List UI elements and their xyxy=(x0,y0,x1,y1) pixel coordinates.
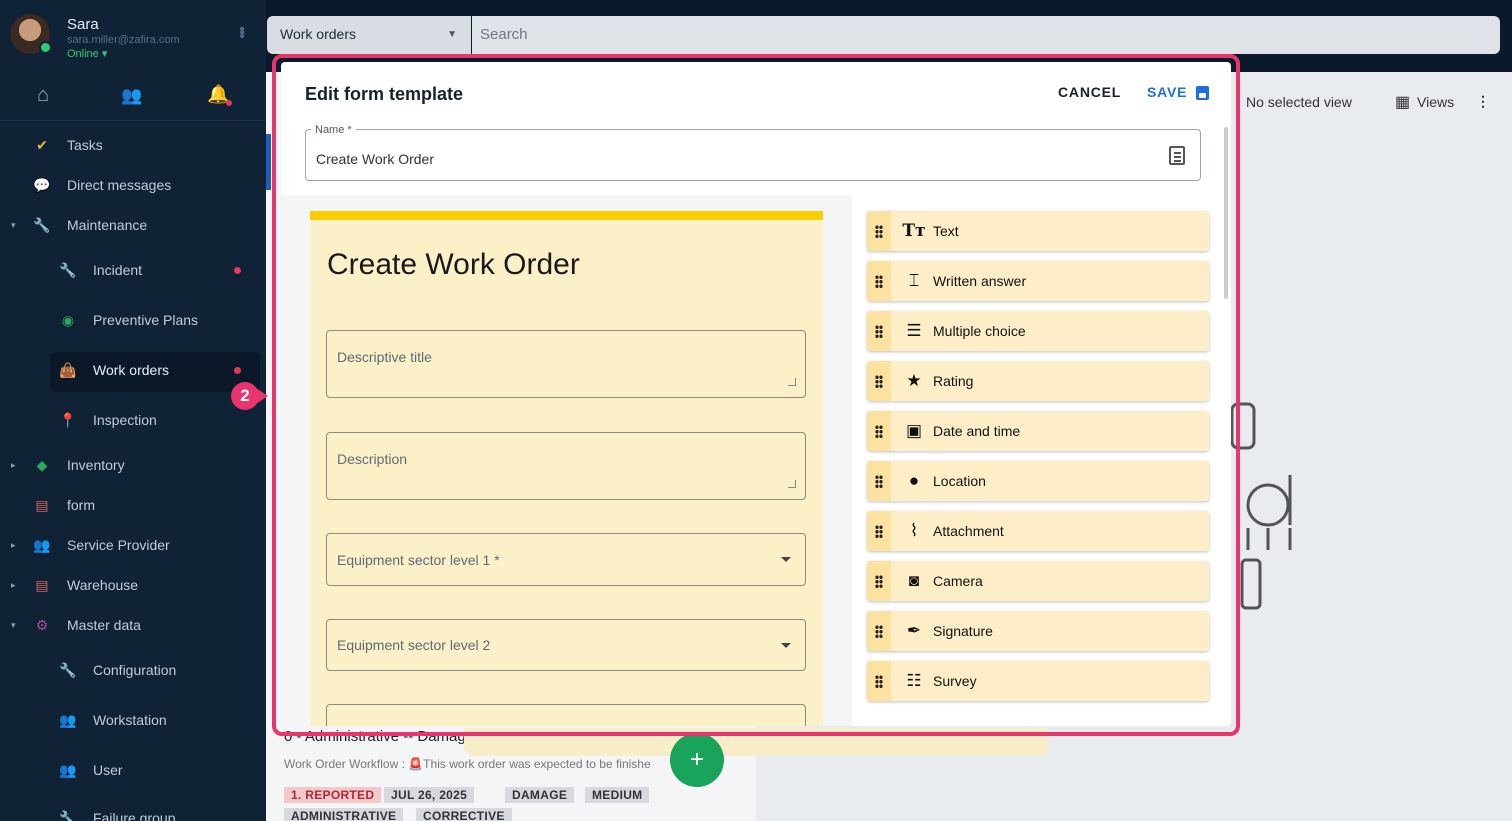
more-vert-icon[interactable]: ⋮ xyxy=(1476,93,1490,110)
sidebar-item-label: Workstation xyxy=(93,712,167,728)
chevron-right-icon: ▸ xyxy=(11,459,16,470)
work-order-subtitle: Work Order Workflow : 🚨This work order w… xyxy=(284,757,651,771)
chevron-down-icon: ▾ xyxy=(11,619,16,630)
sidebar: Sara sara.miller@zafira.com Online ▾ •••… xyxy=(0,0,266,821)
status-badge: 1. REPORTED xyxy=(284,787,382,803)
sidebar-item-label: Inspection xyxy=(93,412,157,428)
people-icon[interactable]: 👥 xyxy=(121,86,142,106)
sidebar-item-label: Warehouse xyxy=(67,577,139,593)
sidebar-item-service-provider[interactable]: ▸ 👥 Service Provider xyxy=(0,525,266,565)
view-toolbar: No selected view ▦ Views ⋮ xyxy=(1230,90,1512,114)
sidebar-item-label: Work orders xyxy=(93,362,169,378)
sidebar-item-master-data[interactable]: ▾ ⚙ Master data xyxy=(0,605,266,645)
sidebar-item-label: Incident xyxy=(93,262,143,278)
group-icon: 👥 xyxy=(33,536,51,553)
views-button[interactable]: Views xyxy=(1417,94,1454,110)
sidebar-item-label: Maintenance xyxy=(67,217,148,233)
category-badge: CORRECTIVE xyxy=(416,808,512,821)
top-bar: Work orders ▼ Search xyxy=(266,16,1500,56)
module-select[interactable]: Work orders ▼ xyxy=(267,16,471,54)
sidebar-item-inspection[interactable]: 📍 Inspection xyxy=(0,400,266,440)
sidebar-item-label: form xyxy=(67,497,95,513)
user-status[interactable]: Online ▾ xyxy=(67,47,107,60)
profile-more-icon[interactable]: ••• xyxy=(232,26,250,37)
group-icon: 👥 xyxy=(59,761,77,778)
selected-row-indicator xyxy=(266,134,271,190)
archive-icon: ▤ xyxy=(35,576,49,593)
wrench-icon: 🔧 xyxy=(33,216,51,233)
sidebar-item-user[interactable]: 👥 User xyxy=(0,750,266,790)
wrench-icon: 🔧 xyxy=(59,809,77,821)
module-select-value: Work orders xyxy=(280,26,356,42)
online-indicator xyxy=(39,41,52,54)
sidebar-item-configuration[interactable]: 🔧 Configuration xyxy=(0,650,266,690)
priority-badge: MEDIUM xyxy=(585,787,650,803)
wrench-icon: 🔧 xyxy=(59,261,77,278)
category-badge: ADMINISTRATIVE xyxy=(284,808,404,821)
sidebar-item-inventory[interactable]: ▸ ◆ Inventory xyxy=(0,445,266,485)
sidebar-item-label: Master data xyxy=(67,617,141,633)
wrench-icon: 🔧 xyxy=(59,661,77,678)
home-icon[interactable]: ⌂ xyxy=(37,84,49,107)
gear-icon: ⚙ xyxy=(35,616,49,633)
sidebar-item-label: Preventive Plans xyxy=(93,312,199,328)
add-fab-button[interactable]: + xyxy=(670,733,724,787)
sidebar-item-warehouse[interactable]: ▸ ▤ Warehouse xyxy=(0,565,266,605)
sidebar-item-tasks[interactable]: ✔ Tasks xyxy=(0,125,266,165)
diamond-icon: ◆ xyxy=(36,456,48,473)
location-pin-icon: 📍 xyxy=(59,411,77,428)
sidebar-item-label: Service Provider xyxy=(67,537,170,553)
step-badge: 2 xyxy=(231,382,259,410)
user-email: sara.miller@zafira.com xyxy=(67,34,180,46)
sidebar-item-maintenance[interactable]: ▾ 🔧 Maintenance xyxy=(0,205,266,245)
sidebar-item-work-orders[interactable]: 👜 Work orders xyxy=(0,350,266,390)
grid-icon[interactable]: ▦ xyxy=(1395,92,1410,112)
sidebar-item-incident[interactable]: 🔧 Incident xyxy=(0,250,266,290)
divider xyxy=(0,120,266,121)
chevron-right-icon: ▸ xyxy=(11,539,16,550)
user-name: Sara xyxy=(67,16,99,33)
sidebar-item-label: Configuration xyxy=(93,662,177,678)
group-icon: 👥 xyxy=(59,711,77,728)
chevron-down-icon: ▾ xyxy=(11,219,16,230)
sidebar-item-label: Tasks xyxy=(67,137,103,153)
sidebar-item-direct-messages[interactable]: 💬 Direct messages xyxy=(0,165,266,205)
sidebar-item-preventive-plans[interactable]: ◉ Preventive Plans xyxy=(0,300,266,340)
sidebar-item-label: Inventory xyxy=(67,457,125,473)
view-selector[interactable]: No selected view xyxy=(1246,94,1352,110)
chat-icon: 💬 xyxy=(33,176,51,193)
sidebar-item-label: Failure group xyxy=(93,810,176,821)
chevron-right-icon: ▸ xyxy=(11,579,16,590)
search-input[interactable]: Search xyxy=(472,16,1500,54)
notification-dot xyxy=(226,100,232,106)
user-profile[interactable]: Sara sara.miller@zafira.com Online ▾ ••• xyxy=(10,14,260,60)
sidebar-item-workstation[interactable]: 👥 Workstation xyxy=(0,700,266,740)
caret-down-icon: ▼ xyxy=(447,29,457,40)
alert-dot xyxy=(234,266,241,274)
check-circle-icon: ✔ xyxy=(36,136,48,153)
highlight-frame xyxy=(272,54,1240,736)
sidebar-item-label: Direct messages xyxy=(67,177,172,193)
date-badge: JUL 26, 2025 xyxy=(384,787,475,803)
sidebar-item-form[interactable]: ▤ form xyxy=(0,485,266,525)
archive-icon: ▤ xyxy=(35,496,49,513)
alert-dot xyxy=(234,366,241,374)
type-badge: DAMAGE xyxy=(505,787,575,803)
sidebar-item-failure-group[interactable]: 🔧 Failure group xyxy=(0,798,266,821)
bag-icon: 👜 xyxy=(59,361,77,378)
cycle-icon: ◉ xyxy=(61,311,75,328)
sidebar-item-label: User xyxy=(93,762,123,778)
